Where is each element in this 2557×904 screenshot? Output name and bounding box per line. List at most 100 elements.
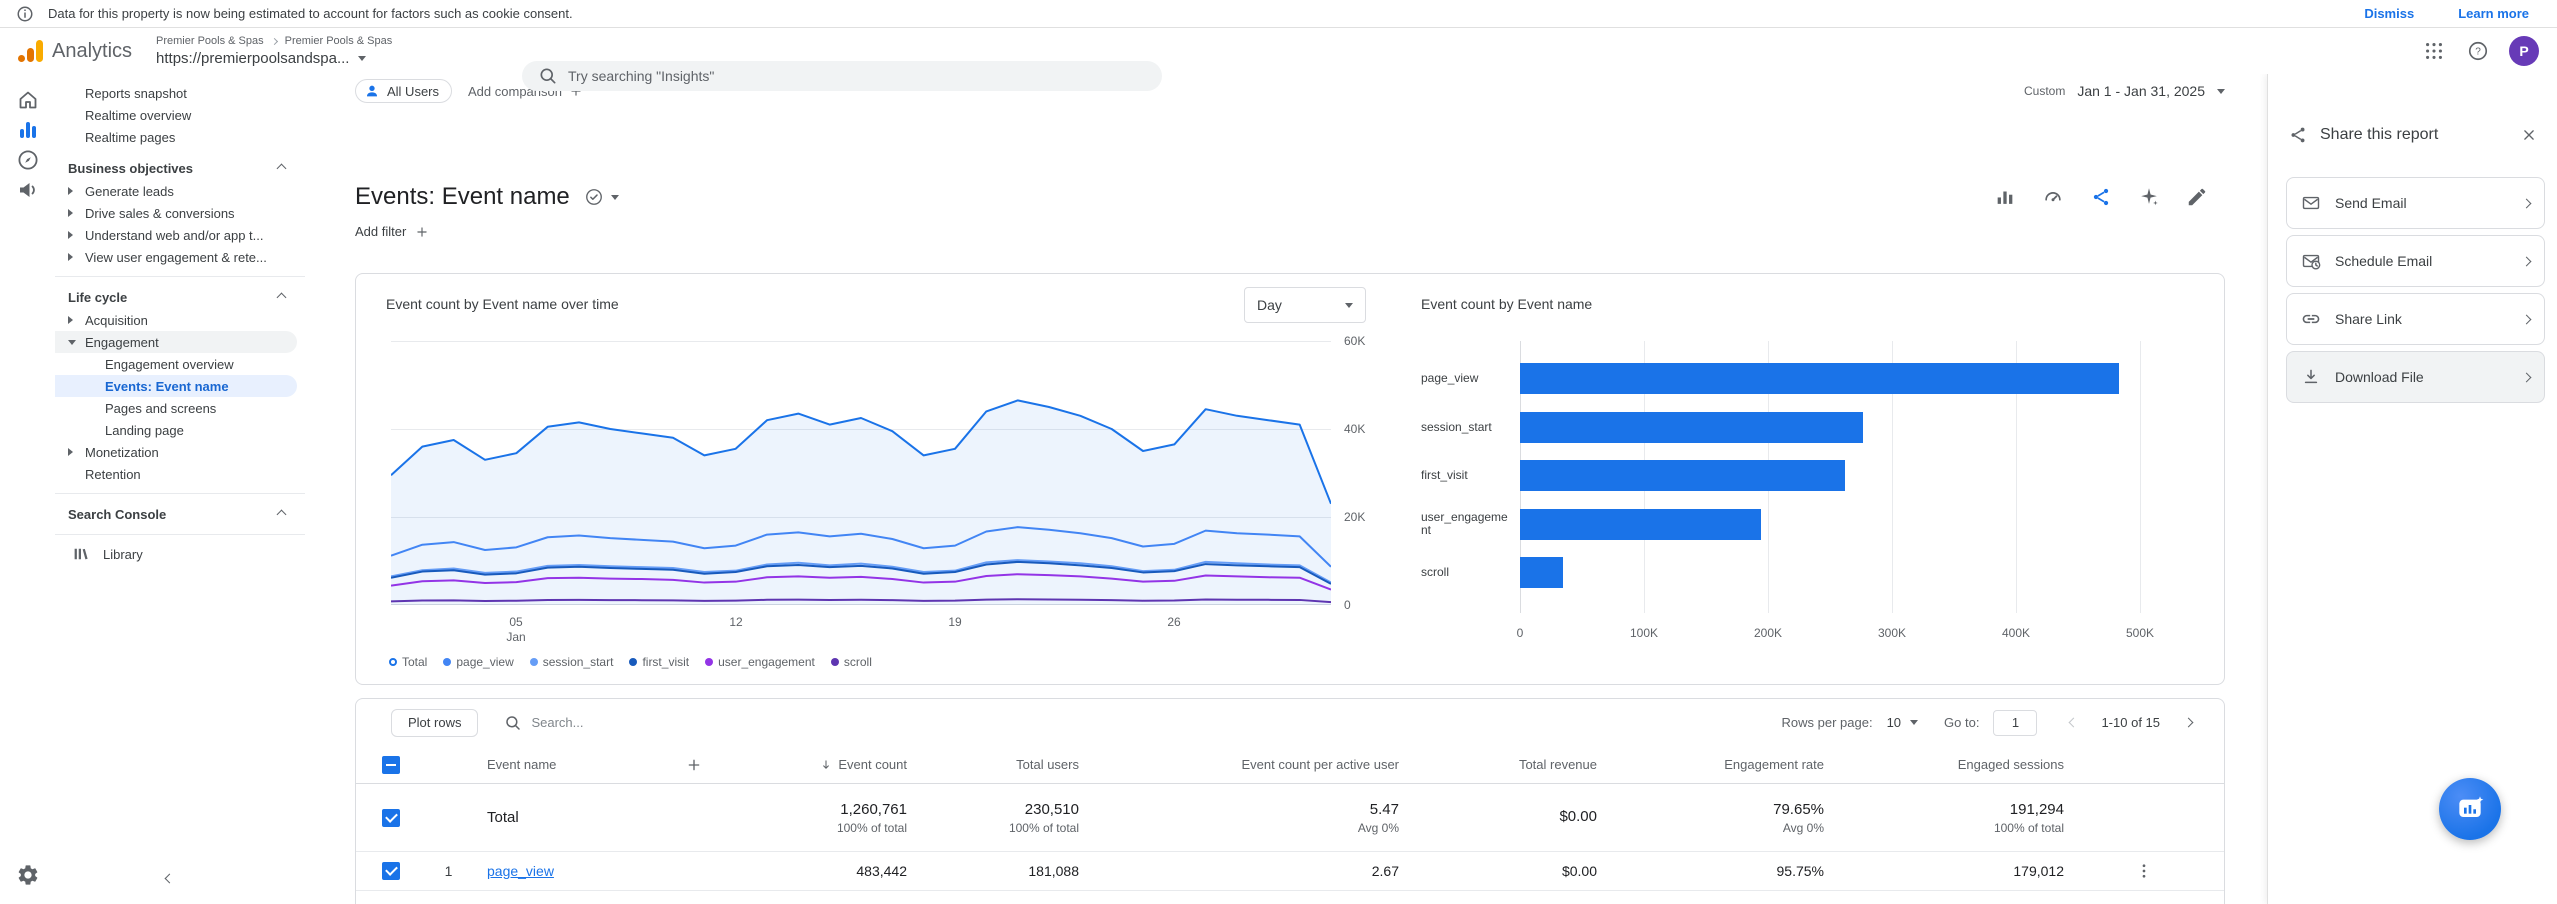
plot-rows-button[interactable]: Plot rows: [391, 709, 478, 737]
analytics-logo[interactable]: [18, 40, 43, 62]
row-checkbox[interactable]: [382, 862, 400, 880]
legend-item-session_start[interactable]: session_start: [530, 655, 614, 669]
column-header-engagement-rate[interactable]: Engagement rate: [1724, 757, 1824, 772]
column-header-engaged-sessions[interactable]: Engaged sessions: [1958, 757, 2064, 772]
close-icon[interactable]: [2517, 123, 2541, 147]
total-revenue: $0.00: [1559, 808, 1597, 825]
rail-reports-button[interactable]: [13, 115, 43, 145]
share-link-button[interactable]: Share Link: [2286, 293, 2545, 345]
legend-item-page_view[interactable]: page_view: [443, 655, 513, 669]
select-all-checkbox[interactable]: [382, 756, 400, 774]
chevron-right-icon: [2183, 718, 2193, 728]
table-search-input[interactable]: [531, 715, 701, 730]
rail-advertising-button[interactable]: [13, 175, 43, 205]
next-page-button[interactable]: [2176, 711, 2200, 735]
search-input[interactable]: [568, 68, 1146, 84]
nav-library[interactable]: Library: [55, 543, 297, 565]
column-header-event-name[interactable]: Event name: [487, 757, 556, 772]
check-circle-icon: [584, 187, 604, 207]
nav-generate-leads[interactable]: Generate leads: [55, 180, 297, 202]
nav-section-search-console[interactable]: Search Console: [55, 502, 305, 526]
nav-engagement-overview[interactable]: Engagement overview: [55, 353, 297, 375]
nav-label: Pages and screens: [105, 401, 216, 416]
nav-landing-page[interactable]: Landing page: [55, 419, 297, 441]
nav-view-engagement[interactable]: View user engagement & rete...: [55, 246, 297, 268]
table-row[interactable]: 1 page_view 483,442 181,088 2.67 $0.00 9…: [356, 852, 2224, 891]
breadcrumb-account[interactable]: Premier Pools & Spas: [156, 35, 264, 47]
legend-item-Total[interactable]: Total: [389, 655, 427, 669]
dismiss-button[interactable]: Dismiss: [2364, 6, 2414, 21]
download-file-button[interactable]: Download File: [2286, 351, 2545, 403]
share-icon: [2090, 186, 2112, 208]
legend-item-first_visit[interactable]: first_visit: [629, 655, 689, 669]
bar-first_visit[interactable]: [1520, 460, 1845, 491]
cell-count-per-user: 2.67: [1079, 863, 1399, 879]
nav-events-event-name[interactable]: Events: Event name: [55, 375, 297, 397]
nav-understand-web[interactable]: Understand web and/or app t...: [55, 224, 297, 246]
nav-monetization[interactable]: Monetization: [55, 441, 297, 463]
total-row-checkbox[interactable]: [382, 809, 400, 827]
rail-home-button[interactable]: [13, 85, 43, 115]
add-filter-button[interactable]: Add filter: [355, 224, 429, 239]
row-menu-button[interactable]: [2135, 862, 2153, 880]
column-header-event-count[interactable]: Event count: [838, 757, 907, 772]
nav-realtime-overview[interactable]: Realtime overview: [55, 104, 297, 126]
previous-page-button[interactable]: [2061, 711, 2085, 735]
learn-more-button[interactable]: Learn more: [2458, 6, 2529, 21]
rail-settings-button[interactable]: [13, 860, 43, 890]
nav-retention[interactable]: Retention: [55, 463, 297, 485]
cell-engaged-sessions: 179,012: [1824, 863, 2064, 879]
nav-engagement[interactable]: Engagement: [55, 331, 297, 353]
rows-per-page-select[interactable]: 10: [1887, 715, 1918, 730]
person-icon: [364, 83, 380, 99]
bar-user_engagement[interactable]: [1520, 509, 1761, 540]
nav-label: Library: [103, 547, 143, 562]
legend-item-user_engagement[interactable]: user_engagement: [705, 655, 815, 669]
collapse-nav-button[interactable]: [155, 864, 183, 892]
nav-acquisition[interactable]: Acquisition: [55, 309, 297, 331]
nav-section-life-cycle[interactable]: Life cycle: [55, 285, 305, 309]
column-header-total-users[interactable]: Total users: [1016, 757, 1079, 772]
send-email-button[interactable]: Send Email: [2286, 177, 2545, 229]
table-search[interactable]: [504, 714, 701, 732]
compare-reports-button[interactable]: [1993, 185, 2017, 209]
nav-realtime-pages[interactable]: Realtime pages: [55, 126, 297, 148]
edit-report-button[interactable]: [2185, 185, 2209, 209]
analytics-assistant-fab[interactable]: [2439, 778, 2501, 840]
report-snapshot-button[interactable]: [2041, 185, 2065, 209]
help-icon[interactable]: ?: [2465, 38, 2491, 64]
report-actions: [1993, 185, 2225, 209]
insights-button[interactable]: [2137, 185, 2161, 209]
breadcrumb-property[interactable]: Premier Pools & Spas: [285, 35, 393, 47]
table-header-row: Event name Event count Total users Event…: [356, 746, 2224, 784]
column-header-total-revenue[interactable]: Total revenue: [1519, 757, 1597, 772]
y-axis-tick: 60K: [1344, 334, 1365, 348]
share-report-button[interactable]: [2089, 185, 2113, 209]
all-users-chip[interactable]: All Users: [355, 79, 452, 103]
schedule-email-button[interactable]: Schedule Email: [2286, 235, 2545, 287]
data-quality-button[interactable]: [584, 187, 619, 207]
nav-reports-snapshot[interactable]: Reports snapshot: [55, 82, 297, 104]
rail-explore-button[interactable]: [13, 145, 43, 175]
event-name-link[interactable]: page_view: [487, 863, 554, 879]
nav-section-business-objectives[interactable]: Business objectives: [55, 156, 305, 180]
apps-grid-icon[interactable]: [2421, 38, 2447, 64]
bar-page_view[interactable]: [1520, 363, 2119, 394]
add-column-icon[interactable]: [686, 757, 702, 773]
nav-drive-sales[interactable]: Drive sales & conversions: [55, 202, 297, 224]
bar-scroll[interactable]: [1520, 557, 1563, 588]
granularity-select[interactable]: Day: [1244, 287, 1366, 323]
legend-item-scroll[interactable]: scroll: [831, 655, 872, 669]
chevron-up-icon: [277, 509, 287, 519]
avatar[interactable]: P: [2509, 36, 2539, 66]
date-range-selector[interactable]: Custom Jan 1 - Jan 31, 2025: [2024, 83, 2225, 99]
goto-page-input[interactable]: [1993, 710, 2037, 736]
column-header-event-count-per-active-user[interactable]: Event count per active user: [1241, 757, 1399, 772]
bar-session_start[interactable]: [1520, 412, 1863, 443]
table-total-row: Total 1,260,761100% of total 230,510100%…: [356, 784, 2224, 852]
property-selector[interactable]: Premier Pools & Spas Premier Pools & Spa…: [156, 35, 392, 67]
nav-pages-and-screens[interactable]: Pages and screens: [55, 397, 297, 419]
link-icon: [2301, 309, 2321, 329]
total-engaged-sessions: 191,294: [2010, 801, 2064, 818]
global-search[interactable]: [522, 61, 1162, 91]
